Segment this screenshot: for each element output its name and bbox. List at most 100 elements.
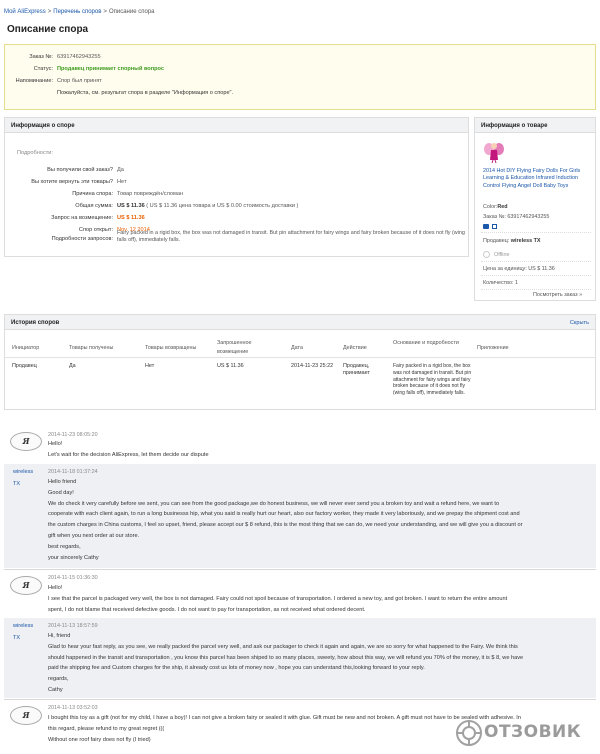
divider xyxy=(481,275,591,276)
message-body: Hello! Let's wait for the decision AliEx… xyxy=(48,439,588,461)
message-line: Glad to hear your fast reply, as you see… xyxy=(48,643,518,650)
field-order-received: Вы получили свой заказ? Да xyxy=(5,167,124,173)
message-line: the custom charges in China customs, I f… xyxy=(48,522,523,529)
message-time: 2014-11-13 18:57:59 xyxy=(48,623,98,629)
order-value: 63917462943255 xyxy=(507,214,550,220)
col-received: Товары получены xyxy=(69,345,114,351)
hide-history-link[interactable]: Скрыть xyxy=(570,320,589,326)
col-action: Действие xyxy=(343,345,367,351)
message-body: Hi, friend Glad to hear your fast reply,… xyxy=(48,631,588,696)
message-line: I see that the parcel is packaged very w… xyxy=(48,595,508,602)
field-value: US $ 11.36 xyxy=(117,203,145,209)
field-request-details: Подробности запросов: xyxy=(5,236,113,242)
message-line: paid the shipping fee and Custom charges… xyxy=(48,665,425,672)
message-line: gift when you next order at our store. xyxy=(48,532,140,539)
breadcrumb: Мой AliExpress > Перечень споров > Описание … xyxy=(4,9,154,15)
buyer-avatar: Я xyxy=(10,706,42,725)
history-reason: Fairy packed in a rigid box, the box was… xyxy=(393,363,472,397)
col-refund: Запрошенное возмещение xyxy=(217,340,252,355)
quantity: Количество: 1 xyxy=(483,280,518,286)
field-value: Товар повреждён/сломан xyxy=(117,191,184,197)
history-action: Продавец, принимает xyxy=(343,363,370,376)
breadcrumb-dispute-list[interactable]: Перечень споров xyxy=(53,9,101,15)
seller-name-link[interactable]: wireless xyxy=(13,623,33,629)
dispute-history-panel: История споров Скрыть Инициатор Товары п… xyxy=(4,314,596,410)
field-value-breakdown: ( US $ 11.36 цена товара и US $ 0.00 сто… xyxy=(146,203,299,209)
details-label: Подробности: xyxy=(17,150,53,156)
otzovik-watermark: ОТЗОВИК xyxy=(454,716,594,750)
message-line: Hello! xyxy=(48,585,63,591)
seller-name-link-2[interactable]: TX xyxy=(13,635,20,641)
field-dispute-reason: Причина спора: Товар повреждён/сломан xyxy=(5,191,183,197)
seller-link[interactable]: wireless TX xyxy=(511,238,541,244)
color-value: Red xyxy=(497,204,508,210)
message-line: cooperate with each client again, to run… xyxy=(48,511,520,518)
product-icons xyxy=(483,224,497,231)
divider xyxy=(481,289,591,290)
col-date: Дата xyxy=(291,345,303,351)
message-time: 2014-11-23 08:05:20 xyxy=(48,432,98,438)
history-refund: US $ 11.36 xyxy=(217,363,244,369)
breadcrumb-my-aliexpress[interactable]: Мой AliExpress xyxy=(4,9,46,15)
message-seller: wireless TX 2014-11-18 01:37:24 Hello fr… xyxy=(4,464,596,568)
message-line: Hello! xyxy=(48,441,63,447)
field-value: US $ 11.36 xyxy=(117,215,145,221)
summary-order-row: Заказ №: 63917462943255 xyxy=(5,54,100,60)
col-initiator: Инициатор xyxy=(12,345,40,351)
product-info-header: Информация о товаре xyxy=(475,118,595,133)
breadcrumb-separator: > xyxy=(47,9,52,15)
divider xyxy=(481,261,591,262)
field-label: Вы хотите вернуть эти товары? xyxy=(31,179,113,185)
dispute-info-header: Информация о споре xyxy=(5,118,468,133)
field-label: Вы получили свой заказ? xyxy=(47,167,113,173)
field-value: Да xyxy=(117,167,124,173)
message-line: your sincerely Cathy xyxy=(48,554,99,561)
field-label: Общая сумма: xyxy=(75,203,113,209)
message-line: should happened in the transit and trans… xyxy=(48,654,524,661)
dispute-summary: Заказ №: 63917462943255 Статус: Продавец п… xyxy=(4,44,596,110)
seller-status: Offline xyxy=(483,251,509,258)
summary-reminder-note: Пожалуйста, см. результат спора в раздел… xyxy=(57,90,234,96)
dispute-info-panel: Информация о споре Подробности: Вы получ… xyxy=(4,117,469,257)
message-body: Hello friend Good day! We do check it ve… xyxy=(48,477,588,563)
summary-status-label: Статус: xyxy=(33,66,53,72)
breadcrumb-separator: > xyxy=(103,9,107,15)
order-label: Заказ №: xyxy=(483,214,506,220)
field-value: Нет xyxy=(117,179,127,185)
product-title-link[interactable]: 2014 Hot DIY Flying Fairy Dolls For Girl… xyxy=(483,168,595,190)
col-reason: Основание и подробности xyxy=(393,340,459,346)
color-label: Color: xyxy=(483,204,498,210)
summary-order-label: Заказ №: xyxy=(29,54,53,60)
seller-name-link[interactable]: wireless xyxy=(13,469,33,475)
history-received: Да xyxy=(69,363,76,369)
history-returned: Нет xyxy=(145,363,155,369)
message-buyer: Я 2014-11-23 08:05:20 Hello! Let's wait … xyxy=(4,425,596,461)
copy-icon[interactable] xyxy=(492,224,497,229)
message-line: Hello friend xyxy=(48,479,77,485)
field-request-details-text: Fairy packed in a rigid box, the box was… xyxy=(117,230,465,243)
watermark-text: ОТЗОВИК xyxy=(484,722,582,742)
field-label: Подробности запросов: xyxy=(51,236,113,242)
buyer-avatar: Я xyxy=(10,432,42,451)
field-return-goods: Вы хотите вернуть эти товары? Нет xyxy=(5,179,127,185)
field-label: Запрос на возмещение: xyxy=(51,215,113,221)
offline-status-icon xyxy=(483,251,490,258)
summary-reminder-text: Спор был принят xyxy=(57,78,102,84)
breadcrumb-current: Описание спора xyxy=(108,9,155,15)
buyer-avatar: Я xyxy=(10,576,42,595)
message-line: best regards, xyxy=(48,543,81,550)
view-order-link[interactable]: Посмотреть заказ » xyxy=(533,292,582,298)
seller-name-link-2[interactable]: TX xyxy=(13,481,20,487)
summary-status-row: Статус: Продавец принимает спорный вопрос xyxy=(5,66,164,72)
message-separator xyxy=(4,699,596,700)
message-line: spent, I do not blame that received defe… xyxy=(48,606,366,613)
seller-row: Продавец: wireless TX xyxy=(483,238,540,244)
summary-reminder-row: Напоминание: Спор был принят xyxy=(5,78,102,84)
history-header: История споров xyxy=(5,315,595,330)
camera-icon[interactable] xyxy=(483,224,489,229)
product-thumbnail[interactable] xyxy=(483,140,505,164)
field-label: Причина спора: xyxy=(72,191,113,197)
otzovik-logo-icon xyxy=(456,720,482,746)
summary-status-value: Продавец принимает спорный вопрос xyxy=(57,66,164,72)
message-line: We do check it very carefully before we … xyxy=(48,500,500,507)
